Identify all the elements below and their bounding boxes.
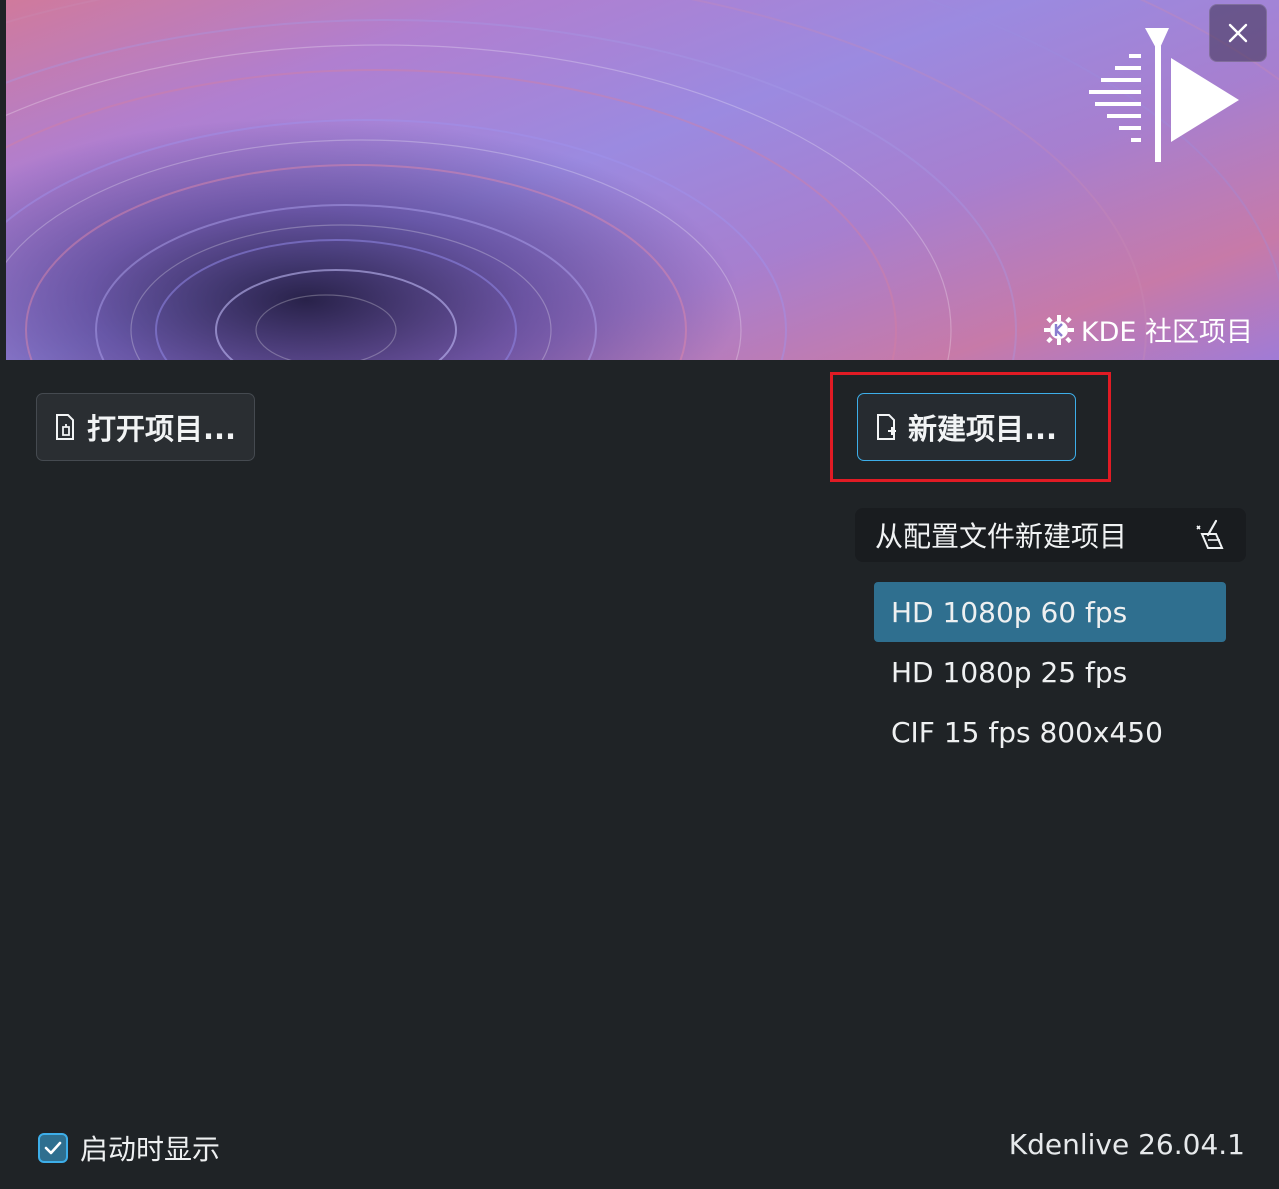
profile-list: HD 1080p 60 fps HD 1080p 25 fps CIF 15 f… (874, 582, 1226, 762)
kde-gear-icon (1043, 314, 1074, 345)
profile-item-label: HD 1080p 60 fps (891, 595, 1128, 629)
profile-header-label: 从配置文件新建项目 (875, 520, 1128, 553)
kde-community-label: KDE 社区项目 (1080, 317, 1253, 348)
profile-section-header: 从配置文件新建项目 (855, 508, 1246, 562)
new-project-button[interactable]: 新建项目... (857, 393, 1076, 461)
checkmark-icon (44, 1141, 62, 1155)
open-project-label: 打开项目... (87, 412, 237, 446)
kde-community-badge: KDE 社区项目 (1043, 310, 1253, 349)
version-label: Kdenlive 26.04.1 (1008, 1128, 1245, 1161)
welcome-banner-image: KDE 社区项目 (6, 0, 1279, 360)
profile-item-hd-1080p-25[interactable]: HD 1080p 25 fps (874, 642, 1226, 702)
new-project-label: 新建项目... (908, 412, 1058, 446)
open-document-icon (56, 414, 74, 440)
clear-brush-icon[interactable] (1194, 518, 1228, 552)
profile-item-cif-15[interactable]: CIF 15 fps 800x450 (874, 702, 1226, 762)
welcome-window: KDE 社区项目 打开项目... 新建项目... 从配置文件新建项目 HD 10… (0, 0, 1279, 1189)
show-on-startup-label: 启动时显示 (80, 1133, 221, 1166)
profile-item-hd-1080p-60[interactable]: HD 1080p 60 fps (874, 582, 1226, 642)
kdenlive-logo-icon (1089, 28, 1239, 162)
profile-item-label: CIF 15 fps 800x450 (891, 715, 1163, 749)
open-project-button[interactable]: 打开项目... (36, 393, 255, 461)
new-document-icon (877, 414, 896, 440)
show-on-startup-option[interactable]: 启动时显示 (38, 1128, 220, 1168)
profile-item-label: HD 1080p 25 fps (891, 655, 1128, 689)
show-on-startup-checkbox[interactable] (38, 1133, 68, 1163)
